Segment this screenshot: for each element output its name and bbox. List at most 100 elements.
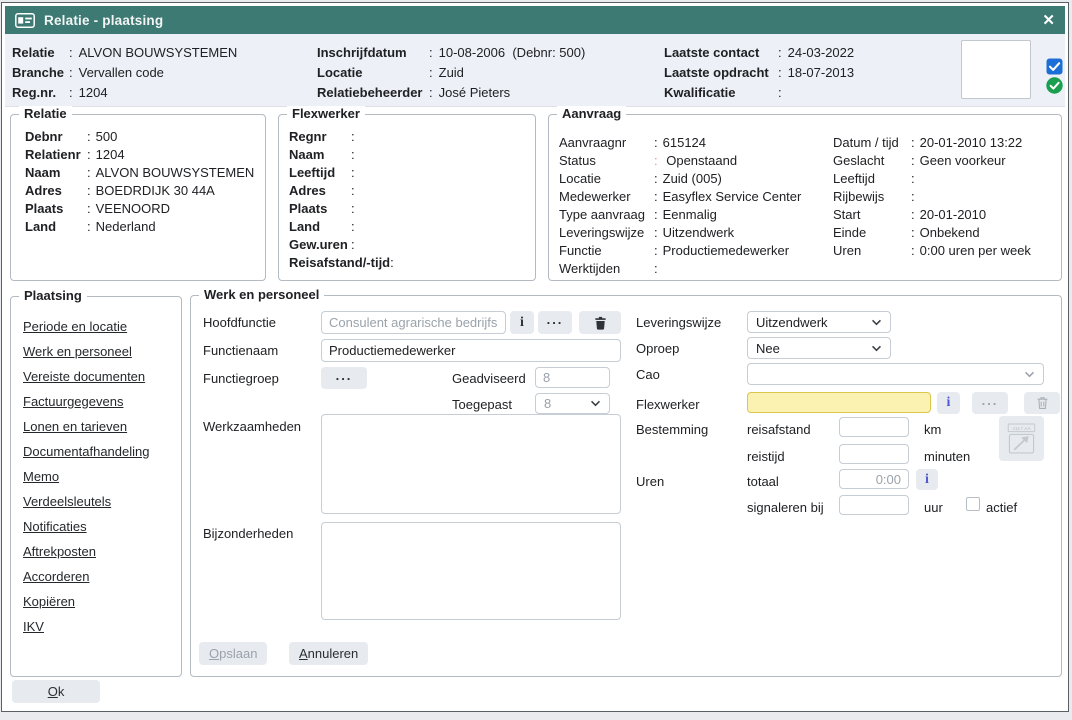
nav-item-vereiste-documenten[interactable]: Vereiste documenten: [23, 369, 145, 384]
relatie-panel-legend: Relatie: [19, 106, 72, 122]
leveringswijze-label: Leveringswijze: [636, 315, 721, 331]
info-row: Geslacht:Geen voorkeur: [833, 151, 1031, 169]
nav-list-item: IKV: [23, 619, 181, 644]
uren-info-button[interactable]: i: [916, 469, 938, 490]
nav-item-notificaties[interactable]: Notificaties: [23, 519, 87, 534]
toegepast-select[interactable]: 8: [535, 393, 610, 414]
hoofdfunctie-delete-button[interactable]: [579, 311, 621, 334]
annuleren-button[interactable]: Annuleren: [289, 642, 368, 665]
plaatsing-nav-panel: Plaatsing Periode en locatie Werk en per…: [10, 296, 182, 677]
info-row: Reisafstand/-tijd:: [289, 253, 535, 271]
geadviseerd-input[interactable]: [535, 367, 610, 388]
nav-item-periode-en-locatie[interactable]: Periode en locatie: [23, 319, 127, 334]
plaatsing-nav-list: Periode en locatie Werk en personeel Ver…: [11, 319, 181, 644]
plaatsing-panel-legend: Plaatsing: [19, 288, 87, 304]
header-row: Reg.nr.:1204: [12, 82, 237, 102]
blue-checkbox-icon[interactable]: [1046, 58, 1063, 75]
header-row: Branche:Vervallen code: [12, 62, 237, 82]
window-title: Relatie - plaatsing: [44, 13, 163, 28]
green-check-icon: [1046, 77, 1063, 94]
nav-item-lonen-en-tarieven[interactable]: Lonen en tarieven: [23, 419, 127, 434]
nav-item-documentafhandeling[interactable]: Documentafhandeling: [23, 444, 149, 459]
aanvraag-panel-legend: Aanvraag: [557, 106, 626, 122]
titlebar: Relatie - plaatsing ✕: [5, 6, 1065, 34]
trash-outline-icon: [1036, 396, 1049, 410]
info-row: Rijbewijs:: [833, 187, 1031, 205]
info-icon: i: [925, 473, 929, 487]
flexwerker-input[interactable]: [747, 392, 931, 413]
uren-totaal-input[interactable]: [839, 469, 909, 489]
header-summary: Relatie:ALVON BOUWSYSTEMEN Branche:Verva…: [5, 34, 1065, 107]
hoofdfunctie-browse-button[interactable]: ...: [538, 311, 572, 334]
info-row: Type aanvraag:Eenmalig: [559, 205, 801, 223]
ellipsis-icon: ...: [547, 313, 564, 326]
reistijd-input[interactable]: [839, 444, 909, 464]
header-middle-column: Inschrijfdatum:10-08-2006 (Debnr: 500) L…: [317, 42, 585, 102]
uur-label: uur: [924, 500, 943, 516]
oproep-select[interactable]: Nee: [747, 337, 891, 359]
aanvraag-right-column: Datum / tijd:20-01-2010 13:22 Geslacht:G…: [833, 133, 1031, 259]
flexwerker-panel-legend: Flexwerker: [287, 106, 365, 122]
route-planner-button[interactable]: 4117 AA: [999, 416, 1044, 461]
info-icon: i: [520, 316, 524, 330]
nav-item-factuurgegevens[interactable]: Factuurgegevens: [23, 394, 123, 409]
flexwerker-label: Flexwerker: [636, 397, 700, 413]
route-planner-icon: 4117 AA: [1005, 418, 1038, 459]
bestemming-label: Bestemming: [636, 422, 708, 438]
actief-label: actief: [986, 500, 1017, 516]
info-row: Plaats:VEENOORD: [25, 199, 265, 217]
chevron-down-icon: [871, 345, 882, 352]
header-row: Laatste opdracht:18-07-2013: [664, 62, 854, 82]
nav-list-item: Periode en locatie: [23, 319, 181, 344]
relatie-plaatsing-window: Relatie - plaatsing ✕ Relatie:ALVON BOUW…: [1, 2, 1069, 712]
ellipsis-icon: ...: [336, 369, 353, 382]
nav-item-werk-en-personeel[interactable]: Werk en personeel: [23, 344, 132, 359]
cao-label: Cao: [636, 367, 660, 383]
oproep-label: Oproep: [636, 341, 679, 357]
hoofdfunctie-input[interactable]: [321, 311, 506, 334]
nav-list-item: Vereiste documenten: [23, 369, 181, 394]
nav-list-item: Notificaties: [23, 519, 181, 544]
werkzaamheden-textarea[interactable]: [321, 414, 621, 514]
cao-select[interactable]: [747, 363, 1044, 385]
chevron-down-icon: [1024, 371, 1035, 378]
actief-checkbox[interactable]: [966, 497, 980, 511]
flexwerker-browse-button[interactable]: ...: [972, 392, 1008, 414]
geadviseerd-label: Geadviseerd: [452, 371, 526, 387]
info-icon: i: [947, 396, 951, 410]
nav-item-verdeelsleutels[interactable]: Verdeelsleutels: [23, 494, 111, 509]
info-row: Status: Openstaand: [559, 151, 801, 169]
reistijd-label: reistijd: [747, 449, 785, 465]
flexwerker-panel: Flexwerker Regnr: Naam: Leeftijd: Adres:…: [278, 114, 536, 281]
ellipsis-icon: ...: [982, 394, 999, 407]
contact-card-icon: [15, 13, 35, 28]
bijzonderheden-textarea[interactable]: [321, 522, 621, 620]
flexwerker-delete-button[interactable]: [1024, 392, 1060, 414]
nav-item-aftrekposten[interactable]: Aftrekposten: [23, 544, 96, 559]
info-row: Naam:ALVON BOUWSYSTEMEN: [25, 163, 265, 181]
close-icon[interactable]: ✕: [1042, 13, 1055, 28]
photo-placeholder: [961, 40, 1031, 99]
nav-item-accorderen[interactable]: Accorderen: [23, 569, 89, 584]
hoofdfunctie-info-button[interactable]: i: [510, 311, 534, 334]
header-right-column: Laatste contact:24-03-2022 Laatste opdra…: [664, 42, 854, 102]
trash-icon: [594, 316, 607, 330]
functiegroep-browse-button[interactable]: ...: [321, 367, 367, 389]
opslaan-button[interactable]: Opslaan: [199, 642, 267, 665]
info-row: Land:Nederland: [25, 217, 265, 235]
header-row: Locatie:Zuid: [317, 62, 585, 82]
main-area: Relatie Debnr:500 Relatienr:1204 Naam:AL…: [5, 107, 1065, 708]
nav-item-kopieren[interactable]: Kopiëren: [23, 594, 75, 609]
reisafstand-input[interactable]: [839, 417, 909, 437]
functienaam-input[interactable]: [321, 339, 621, 362]
ok-button[interactable]: Ok: [12, 680, 100, 703]
info-row: Gew.uren:: [289, 235, 535, 253]
signaleren-bij-input[interactable]: [839, 495, 909, 515]
leveringswijze-select[interactable]: Uitzendwerk: [747, 311, 891, 333]
info-row: Functie:Productiemedewerker: [559, 241, 801, 259]
nav-item-memo[interactable]: Memo: [23, 469, 59, 484]
nav-item-ikv[interactable]: IKV: [23, 619, 44, 634]
info-row: Land:: [289, 217, 535, 235]
info-row: Leeftijd:: [833, 169, 1031, 187]
flexwerker-info-button[interactable]: i: [937, 392, 960, 414]
